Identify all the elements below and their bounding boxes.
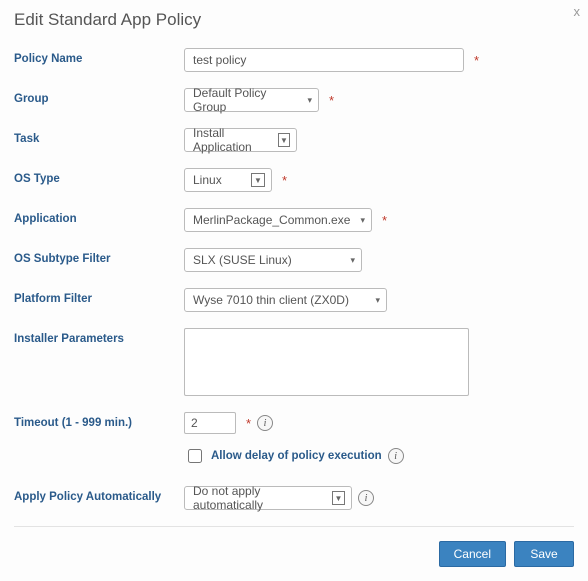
chevron-down-icon: ▼ [278, 133, 290, 147]
chevron-down-icon: ▾ [307, 95, 312, 106]
group-select[interactable]: Default Policy Group ▾ [184, 88, 319, 112]
dialog-footer: Cancel Save [14, 541, 574, 567]
label-timeout: Timeout (1 - 999 min.) [14, 412, 184, 429]
apply-policy-select[interactable]: Do not apply automatically ▼ [184, 486, 352, 510]
os-subtype-select-value: SLX (SUSE Linux) [193, 253, 292, 267]
row-platform-filter: Platform Filter Wyse 7010 thin client (Z… [14, 288, 574, 312]
installer-params-textarea[interactable] [184, 328, 469, 396]
info-icon[interactable]: i [257, 415, 273, 431]
apply-policy-select-value: Do not apply automatically [193, 484, 324, 512]
row-group: Group Default Policy Group ▾ * [14, 88, 574, 112]
label-application: Application [14, 208, 184, 225]
os-subtype-select[interactable]: SLX (SUSE Linux) ▾ [184, 248, 362, 272]
task-select-value: Install Application [193, 126, 270, 154]
label-platform-filter: Platform Filter [14, 288, 184, 305]
group-select-value: Default Policy Group [193, 86, 299, 114]
label-apply-policy: Apply Policy Automatically [14, 486, 184, 503]
timeout-input[interactable] [184, 412, 236, 434]
row-task: Task Install Application ▼ [14, 128, 574, 152]
required-marker: * [474, 53, 479, 68]
label-task: Task [14, 128, 184, 145]
allow-delay-checkbox[interactable] [188, 449, 202, 463]
os-type-select-value: Linux [193, 173, 222, 187]
row-timeout: Timeout (1 - 999 min.) * i [14, 412, 574, 434]
save-button[interactable]: Save [514, 541, 574, 567]
application-select[interactable]: MerlinPackage_Common.exe (Loc ▾ [184, 208, 372, 232]
platform-filter-select[interactable]: Wyse 7010 thin client (ZX0D) ▾ [184, 288, 387, 312]
cancel-button[interactable]: Cancel [439, 541, 506, 567]
os-type-select[interactable]: Linux ▼ [184, 168, 272, 192]
required-marker: * [329, 93, 334, 108]
platform-filter-select-value: Wyse 7010 thin client (ZX0D) [193, 293, 349, 307]
task-select[interactable]: Install Application ▼ [184, 128, 297, 152]
dialog-title: Edit Standard App Policy [14, 10, 574, 30]
label-policy-name: Policy Name [14, 48, 184, 65]
row-installer-params: Installer Parameters [14, 328, 574, 396]
edit-policy-dialog: x Edit Standard App Policy Policy Name *… [0, 0, 588, 581]
required-marker: * [382, 213, 387, 228]
label-group: Group [14, 88, 184, 105]
chevron-down-icon: ▼ [332, 491, 345, 505]
row-os-subtype: OS Subtype Filter SLX (SUSE Linux) ▾ [14, 248, 574, 272]
required-marker: * [282, 173, 287, 188]
label-allow-delay: Allow delay of policy execution [211, 450, 382, 462]
info-icon[interactable]: i [358, 490, 374, 506]
label-installer-params: Installer Parameters [14, 328, 184, 345]
row-allow-delay: Allow delay of policy execution i [184, 446, 574, 466]
row-policy-name: Policy Name * [14, 48, 574, 72]
info-icon[interactable]: i [388, 448, 404, 464]
label-os-type: OS Type [14, 168, 184, 185]
chevron-down-icon: ▾ [360, 215, 365, 226]
row-os-type: OS Type Linux ▼ * [14, 168, 574, 192]
chevron-down-icon: ▾ [350, 255, 355, 266]
separator [14, 526, 574, 527]
required-marker: * [246, 416, 251, 431]
label-os-subtype: OS Subtype Filter [14, 248, 184, 265]
close-icon[interactable]: x [574, 4, 581, 19]
chevron-down-icon: ▼ [251, 173, 265, 187]
row-apply-policy: Apply Policy Automatically Do not apply … [14, 486, 574, 510]
chevron-down-icon: ▾ [375, 295, 380, 306]
policy-name-input[interactable] [184, 48, 464, 72]
row-application: Application MerlinPackage_Common.exe (Lo… [14, 208, 574, 232]
application-select-value: MerlinPackage_Common.exe (Loc [193, 213, 352, 227]
